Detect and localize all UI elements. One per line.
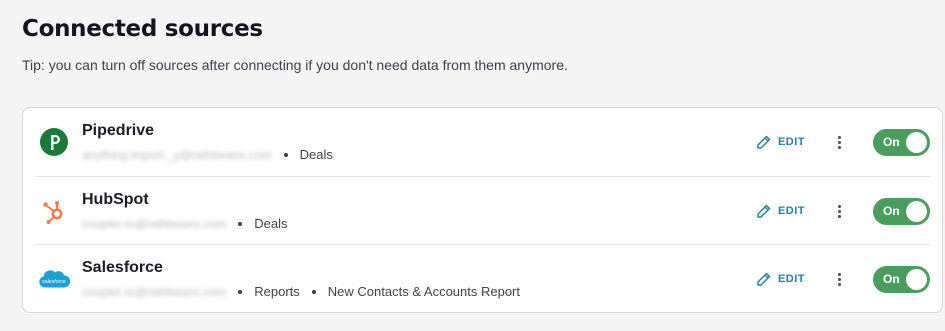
source-actions: EDIT On bbox=[755, 177, 930, 245]
account-email: coupler-io@rathbeans.com bbox=[82, 285, 227, 299]
more-options-icon[interactable] bbox=[831, 204, 847, 219]
account-email: coupler-io@rathbeans.com bbox=[82, 217, 227, 231]
separator-dot bbox=[283, 153, 288, 157]
source-report: New Contacts & Accounts Report bbox=[327, 284, 520, 299]
toggle-label: On bbox=[883, 135, 900, 149]
pencil-icon bbox=[757, 135, 771, 149]
edit-label: EDIT bbox=[777, 136, 805, 148]
page-title: Connected sources bbox=[22, 16, 263, 42]
source-toggle[interactable]: On bbox=[873, 197, 930, 225]
edit-label: EDIT bbox=[777, 273, 805, 285]
source-toggle[interactable]: On bbox=[873, 128, 930, 156]
edit-button[interactable]: EDIT bbox=[755, 134, 805, 151]
hubspot-logo-icon bbox=[37, 194, 71, 228]
source-name: Pipedrive bbox=[82, 122, 155, 139]
separator-dot bbox=[311, 290, 316, 294]
source-info: HubSpot coupler-io@rathbeans.com Deals bbox=[82, 190, 288, 232]
connected-sources-page: Connected sources Tip: you can turn off … bbox=[0, 0, 945, 75]
toggle-knob bbox=[906, 200, 927, 222]
sources-list: Pipedrive anything.import._y@rathbeans.c… bbox=[22, 107, 943, 313]
source-meta: anything.import._y@rathbeans.com Deals bbox=[82, 147, 333, 163]
separator-dot bbox=[238, 222, 243, 226]
more-options-icon[interactable] bbox=[831, 135, 847, 150]
source-toggle[interactable]: On bbox=[873, 265, 930, 293]
source-actions: EDIT On bbox=[755, 245, 930, 313]
source-object: Deals bbox=[299, 147, 333, 162]
separator-dot bbox=[238, 290, 243, 294]
source-info: Pipedrive anything.import._y@rathbeans.c… bbox=[82, 121, 333, 163]
source-name: HubSpot bbox=[82, 191, 149, 208]
edit-button[interactable]: EDIT bbox=[755, 271, 805, 288]
source-info: Salesforce coupler-io@rathbeans.com Repo… bbox=[82, 258, 520, 300]
more-options-icon[interactable] bbox=[831, 272, 847, 287]
tip-text: Tip: you can turn off sources after conn… bbox=[22, 57, 568, 73]
toggle-knob bbox=[906, 268, 927, 290]
svg-text:salesforce: salesforce bbox=[42, 278, 66, 284]
account-email: anything.import._y@rathbeans.com bbox=[82, 148, 272, 162]
source-meta: coupler-io@rathbeans.com Reports New Con… bbox=[82, 284, 520, 300]
edit-button[interactable]: EDIT bbox=[755, 203, 805, 220]
source-object: Deals bbox=[254, 216, 288, 231]
source-actions: EDIT On bbox=[755, 108, 930, 176]
pipedrive-logo-icon bbox=[37, 125, 71, 159]
pencil-icon bbox=[757, 204, 771, 218]
source-row-hubspot: HubSpot coupler-io@rathbeans.com Deals E… bbox=[35, 176, 930, 244]
toggle-label: On bbox=[883, 272, 900, 286]
source-row-salesforce: salesforce Salesforce coupler-io@rathbea… bbox=[35, 244, 930, 312]
source-meta: coupler-io@rathbeans.com Deals bbox=[82, 216, 288, 232]
salesforce-logo-icon: salesforce bbox=[37, 262, 71, 296]
toggle-label: On bbox=[883, 204, 900, 218]
source-name: Salesforce bbox=[82, 259, 163, 276]
edit-label: EDIT bbox=[777, 205, 805, 217]
source-row-pipedrive: Pipedrive anything.import._y@rathbeans.c… bbox=[35, 108, 930, 176]
toggle-knob bbox=[906, 131, 927, 153]
source-object: Reports bbox=[254, 284, 300, 299]
pencil-icon bbox=[757, 272, 771, 286]
